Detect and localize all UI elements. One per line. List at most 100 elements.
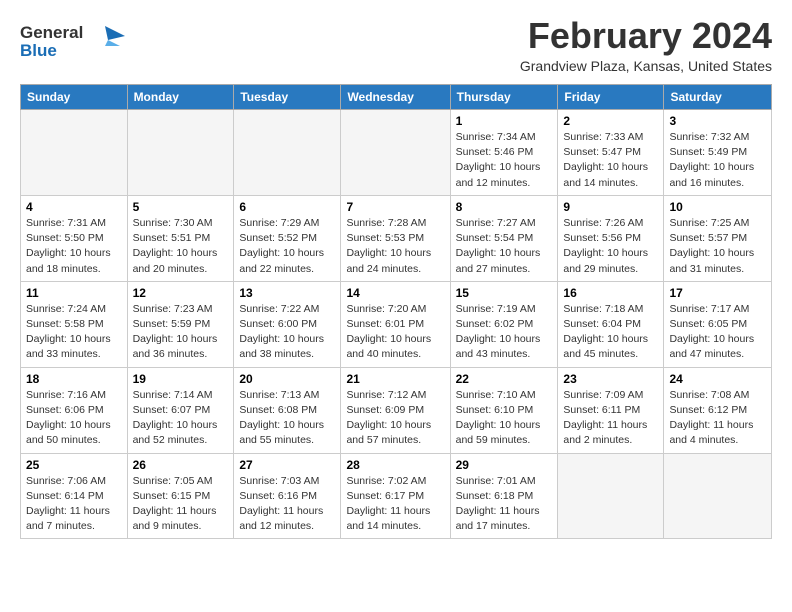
day-detail: Sunrise: 7:18 AM Sunset: 6:04 PM Dayligh… [563,302,658,363]
calendar-week-row: 18 Sunrise: 7:16 AM Sunset: 6:06 PM Dayli… [21,367,772,453]
day-detail: Sunrise: 7:19 AM Sunset: 6:02 PM Dayligh… [456,302,553,363]
day-number: 5 [133,200,229,214]
day-number: 26 [133,458,229,472]
day-detail: Sunrise: 7:13 AM Sunset: 6:08 PM Dayligh… [239,388,335,449]
day-detail: Sunrise: 7:10 AM Sunset: 6:10 PM Dayligh… [456,388,553,449]
calendar-cell [21,110,128,196]
day-detail: Sunrise: 7:02 AM Sunset: 6:17 PM Dayligh… [346,474,444,535]
calendar-cell: 25 Sunrise: 7:06 AM Sunset: 6:14 PM Dayli… [21,453,128,539]
svg-text:General: General [20,23,83,42]
header-thursday: Thursday [450,85,558,110]
day-number: 3 [669,114,766,128]
calendar-cell: 11Sunrise: 7:24 AM Sunset: 5:58 PM Dayli… [21,281,128,367]
day-detail: Sunrise: 7:23 AM Sunset: 5:59 PM Dayligh… [133,302,229,363]
calendar-cell [341,110,450,196]
day-detail: Sunrise: 7:16 AM Sunset: 6:06 PM Dayligh… [26,388,122,449]
calendar-cell: 1 Sunrise: 7:34 AM Sunset: 5:46 PM Daylig… [450,110,558,196]
day-number: 15 [456,286,553,300]
day-number: 21 [346,372,444,386]
calendar-cell: 26 Sunrise: 7:05 AM Sunset: 6:15 PM Dayli… [127,453,234,539]
calendar-cell: 28 Sunrise: 7:02 AM Sunset: 6:17 PM Dayli… [341,453,450,539]
calendar-cell: 27Sunrise: 7:03 AM Sunset: 6:16 PM Dayli… [234,453,341,539]
calendar-cell [127,110,234,196]
calendar-cell: 13Sunrise: 7:22 AM Sunset: 6:00 PM Dayli… [234,281,341,367]
day-detail: Sunrise: 7:31 AM Sunset: 5:50 PM Dayligh… [26,216,122,277]
day-number: 1 [456,114,553,128]
calendar-cell: 15 Sunrise: 7:19 AM Sunset: 6:02 PM Dayli… [450,281,558,367]
calendar-cell: 3 Sunrise: 7:32 AM Sunset: 5:49 PM Daylig… [664,110,772,196]
day-number: 22 [456,372,553,386]
header: General Blue February 2024 Grandview Pla… [20,18,772,74]
day-detail: Sunrise: 7:06 AM Sunset: 6:14 PM Dayligh… [26,474,122,535]
header-monday: Monday [127,85,234,110]
day-detail: Sunrise: 7:03 AM Sunset: 6:16 PM Dayligh… [239,474,335,535]
day-detail: Sunrise: 7:29 AM Sunset: 5:52 PM Dayligh… [239,216,335,277]
calendar-cell: 5Sunrise: 7:30 AM Sunset: 5:51 PM Daylig… [127,195,234,281]
day-detail: Sunrise: 7:14 AM Sunset: 6:07 PM Dayligh… [133,388,229,449]
calendar-week-row: 1 Sunrise: 7:34 AM Sunset: 5:46 PM Daylig… [21,110,772,196]
day-number: 17 [669,286,766,300]
day-number: 9 [563,200,658,214]
calendar-cell: 4 Sunrise: 7:31 AM Sunset: 5:50 PM Daylig… [21,195,128,281]
day-detail: Sunrise: 7:26 AM Sunset: 5:56 PM Dayligh… [563,216,658,277]
header-tuesday: Tuesday [234,85,341,110]
calendar-week-row: 25 Sunrise: 7:06 AM Sunset: 6:14 PM Dayli… [21,453,772,539]
calendar-cell: 2 Sunrise: 7:33 AM Sunset: 5:47 PM Daylig… [558,110,664,196]
calendar-cell: 17 Sunrise: 7:17 AM Sunset: 6:05 PM Dayli… [664,281,772,367]
calendar-cell: 7Sunrise: 7:28 AM Sunset: 5:53 PM Daylig… [341,195,450,281]
calendar-cell: 9 Sunrise: 7:26 AM Sunset: 5:56 PM Daylig… [558,195,664,281]
calendar-cell: 18 Sunrise: 7:16 AM Sunset: 6:06 PM Dayli… [21,367,128,453]
calendar-cell: 14 Sunrise: 7:20 AM Sunset: 6:01 PM Dayli… [341,281,450,367]
logo: General Blue [20,18,125,68]
day-number: 20 [239,372,335,386]
day-detail: Sunrise: 7:05 AM Sunset: 6:15 PM Dayligh… [133,474,229,535]
header-wednesday: Wednesday [341,85,450,110]
day-detail: Sunrise: 7:09 AM Sunset: 6:11 PM Dayligh… [563,388,658,449]
day-number: 11 [26,286,122,300]
day-number: 18 [26,372,122,386]
calendar-cell: 20 Sunrise: 7:13 AM Sunset: 6:08 PM Dayli… [234,367,341,453]
calendar-week-row: 4 Sunrise: 7:31 AM Sunset: 5:50 PM Daylig… [21,195,772,281]
day-number: 8 [456,200,553,214]
day-number: 29 [456,458,553,472]
day-number: 19 [133,372,229,386]
header-friday: Friday [558,85,664,110]
logo-text: General Blue [20,18,125,68]
calendar-cell: 8 Sunrise: 7:27 AM Sunset: 5:54 PM Daylig… [450,195,558,281]
day-number: 12 [133,286,229,300]
day-number: 4 [26,200,122,214]
day-number: 14 [346,286,444,300]
day-detail: Sunrise: 7:27 AM Sunset: 5:54 PM Dayligh… [456,216,553,277]
day-detail: Sunrise: 7:08 AM Sunset: 6:12 PM Dayligh… [669,388,766,449]
day-detail: Sunrise: 7:34 AM Sunset: 5:46 PM Dayligh… [456,130,553,191]
day-number: 23 [563,372,658,386]
day-detail: Sunrise: 7:01 AM Sunset: 6:18 PM Dayligh… [456,474,553,535]
day-detail: Sunrise: 7:20 AM Sunset: 6:01 PM Dayligh… [346,302,444,363]
day-detail: Sunrise: 7:17 AM Sunset: 6:05 PM Dayligh… [669,302,766,363]
calendar-cell: 6 Sunrise: 7:29 AM Sunset: 5:52 PM Daylig… [234,195,341,281]
calendar-cell: 21Sunrise: 7:12 AM Sunset: 6:09 PM Dayli… [341,367,450,453]
calendar-cell: 16 Sunrise: 7:18 AM Sunset: 6:04 PM Dayli… [558,281,664,367]
day-number: 25 [26,458,122,472]
day-detail: Sunrise: 7:32 AM Sunset: 5:49 PM Dayligh… [669,130,766,191]
calendar-cell: 24 Sunrise: 7:08 AM Sunset: 6:12 PM Dayli… [664,367,772,453]
day-number: 6 [239,200,335,214]
calendar-cell: 12 Sunrise: 7:23 AM Sunset: 5:59 PM Dayli… [127,281,234,367]
calendar-cell [558,453,664,539]
day-number: 13 [239,286,335,300]
calendar-cell: 23 Sunrise: 7:09 AM Sunset: 6:11 PM Dayli… [558,367,664,453]
day-number: 28 [346,458,444,472]
day-number: 16 [563,286,658,300]
header-saturday: Saturday [664,85,772,110]
day-number: 24 [669,372,766,386]
month-title: February 2024 [520,18,772,54]
day-number: 2 [563,114,658,128]
location: Grandview Plaza, Kansas, United States [520,58,772,74]
day-detail: Sunrise: 7:28 AM Sunset: 5:53 PM Dayligh… [346,216,444,277]
calendar-cell: 10Sunrise: 7:25 AM Sunset: 5:57 PM Dayli… [664,195,772,281]
day-number: 10 [669,200,766,214]
calendar-table: Sunday Monday Tuesday Wednesday Thursday… [20,84,772,539]
title-area: February 2024 Grandview Plaza, Kansas, U… [520,18,772,74]
day-detail: Sunrise: 7:33 AM Sunset: 5:47 PM Dayligh… [563,130,658,191]
calendar-cell [664,453,772,539]
